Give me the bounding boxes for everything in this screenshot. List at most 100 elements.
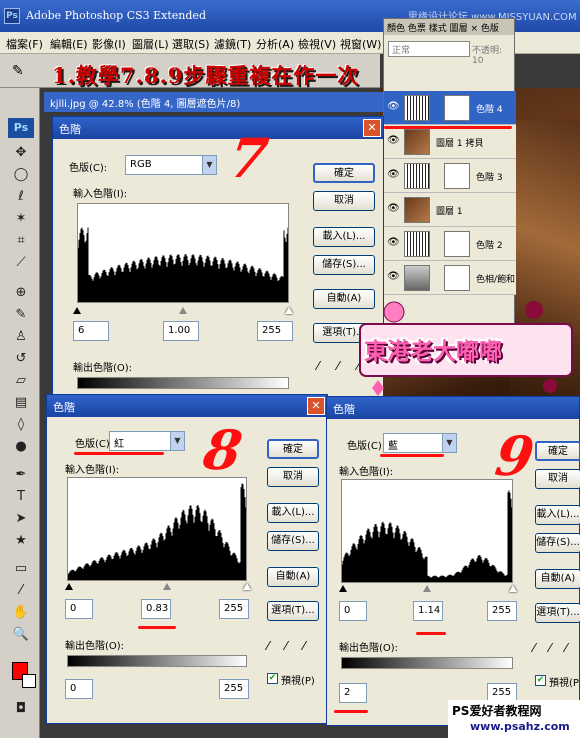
eye-icon[interactable]: 👁 — [387, 135, 400, 146]
layer-row[interactable]: 👁 色階 3 — [384, 159, 516, 193]
gamma-handle[interactable] — [179, 307, 187, 314]
chevron-down-icon[interactable]: ▼ — [202, 156, 216, 174]
black-eyedropper-icon[interactable]: ⁄ — [267, 639, 269, 653]
input-slider[interactable] — [73, 307, 293, 317]
save-button[interactable]: 儲存(S)... — [535, 533, 580, 553]
input-white-field[interactable]: 255 — [257, 321, 293, 341]
zoom-tool-icon[interactable]: 🔍 — [12, 626, 30, 644]
input-black-field[interactable]: 0 — [65, 599, 93, 619]
lasso-tool-icon[interactable]: ℓ — [12, 188, 30, 206]
output-black-field[interactable]: 0 — [65, 679, 93, 699]
notes-tool-icon[interactable]: ▭ — [12, 560, 30, 578]
blur-tool-icon[interactable]: ◊ — [12, 416, 30, 434]
black-point-handle[interactable] — [65, 583, 73, 590]
input-black-field[interactable]: 6 — [73, 321, 109, 341]
white-eyedropper-icon[interactable]: ⁄ — [303, 639, 305, 653]
menu-file[interactable]: 檔案(F) — [6, 36, 43, 52]
white-point-handle[interactable] — [285, 307, 293, 314]
layer-row[interactable]: 👁 圖層 1 — [384, 193, 516, 227]
cancel-button[interactable]: 取消 — [267, 467, 319, 487]
input-gamma-field[interactable]: 1.00 — [163, 321, 199, 341]
layers-panel-tabs[interactable]: 顏色 色票 樣式 圖層 × 色版 — [384, 19, 514, 35]
layer-mask-thumb[interactable] — [444, 231, 470, 257]
input-gamma-field[interactable]: 1.14 — [413, 601, 443, 621]
preview-checkbox[interactable]: ✔ — [535, 675, 546, 686]
eye-icon[interactable]: 👁 — [387, 237, 400, 248]
output-white-field[interactable]: 255 — [219, 679, 249, 699]
menu-select[interactable]: 選取(S) — [172, 36, 210, 52]
menu-analysis[interactable]: 分析(A) — [256, 36, 294, 52]
save-button[interactable]: 儲存(S)... — [313, 255, 375, 275]
ok-button[interactable]: 確定 — [267, 439, 319, 459]
auto-button[interactable]: 自動(A) — [535, 569, 580, 589]
load-button[interactable]: 載入(L)... — [535, 505, 580, 525]
load-button[interactable]: 載入(L)... — [267, 503, 319, 523]
menu-filter[interactable]: 濾鏡(T) — [214, 36, 251, 52]
input-black-field[interactable]: 0 — [339, 601, 367, 621]
white-point-handle[interactable] — [509, 585, 517, 592]
input-slider[interactable] — [339, 585, 517, 595]
stamp-tool-icon[interactable]: ♙ — [12, 328, 30, 346]
auto-button[interactable]: 自動(A) — [267, 567, 319, 587]
cancel-button[interactable]: 取消 — [535, 469, 580, 489]
black-eyedropper-icon[interactable]: ⁄ — [317, 359, 319, 373]
save-button[interactable]: 儲存(S)... — [267, 531, 319, 551]
black-point-handle[interactable] — [73, 307, 81, 314]
hand-tool-icon[interactable]: ✋ — [12, 604, 30, 622]
menu-edit[interactable]: 編輯(E) — [50, 36, 88, 52]
brush-tool-icon[interactable]: ✎ — [12, 306, 30, 324]
channel-select[interactable]: RGB ▼ — [125, 155, 217, 175]
menu-window[interactable]: 視窗(W) — [340, 36, 381, 52]
menu-image[interactable]: 影像(I) — [92, 36, 126, 52]
options-button[interactable]: 選項(T)... — [267, 601, 319, 621]
layer-row[interactable]: 👁 色階 4 — [384, 91, 516, 125]
layer-row[interactable]: 👁 色階 2 — [384, 227, 516, 261]
dodge-tool-icon[interactable]: ● — [12, 438, 30, 456]
background-color-swatch[interactable] — [22, 674, 36, 688]
shape-tool-icon[interactable]: ★ — [12, 532, 30, 550]
blend-mode-select[interactable]: 正常 — [388, 41, 470, 57]
close-icon[interactable]: ✕ — [307, 397, 325, 415]
pen-tool-icon[interactable]: ✒ — [12, 466, 30, 484]
document-tab[interactable]: kjlli.jpg @ 42.8% (色階 4, 圖層遮色片/8) — [44, 92, 384, 112]
white-eyedropper-icon[interactable]: ⁄ — [565, 641, 567, 655]
preview-checkbox[interactable]: ✔ — [267, 673, 278, 684]
gray-eyedropper-icon[interactable]: ⁄ — [337, 359, 339, 373]
gamma-handle[interactable] — [423, 585, 431, 592]
input-slider[interactable] — [65, 583, 251, 593]
gray-eyedropper-icon[interactable]: ⁄ — [285, 639, 287, 653]
load-button[interactable]: 載入(L)... — [313, 227, 375, 247]
white-point-handle[interactable] — [243, 583, 251, 590]
quick-mask-icon[interactable]: ◘ — [12, 700, 30, 718]
menu-view[interactable]: 檢視(V) — [298, 36, 336, 52]
history-brush-icon[interactable]: ↺ — [12, 350, 30, 368]
slice-tool-icon[interactable]: ⟋ — [12, 254, 30, 272]
eye-icon[interactable]: 👁 — [387, 271, 400, 282]
layer-mask-thumb[interactable] — [444, 163, 470, 189]
eraser-tool-icon[interactable]: ▱ — [12, 372, 30, 390]
eye-icon[interactable]: 👁 — [387, 169, 400, 180]
eye-icon[interactable]: 👁 — [387, 101, 400, 112]
options-button[interactable]: 選項(T)... — [535, 603, 580, 623]
layer-mask-thumb[interactable] — [444, 265, 470, 291]
input-white-field[interactable]: 255 — [219, 599, 249, 619]
type-tool-icon[interactable]: T — [12, 488, 30, 506]
path-select-icon[interactable]: ➤ — [12, 510, 30, 528]
input-white-field[interactable]: 255 — [487, 601, 517, 621]
menu-layer[interactable]: 圖層(L) — [132, 36, 169, 52]
layer-row[interactable]: 👁 色相/飽和 — [384, 261, 516, 295]
gamma-handle[interactable] — [163, 583, 171, 590]
black-eyedropper-icon[interactable]: ⁄ — [533, 641, 535, 655]
gradient-tool-icon[interactable]: ▤ — [12, 394, 30, 412]
layer-row[interactable]: 👁 圖層 1 拷貝 — [384, 125, 516, 159]
output-black-field[interactable]: 2 — [339, 683, 367, 703]
eye-icon[interactable]: 👁 — [387, 203, 400, 214]
ok-button[interactable]: 確定 — [313, 163, 375, 183]
move-tool-icon[interactable]: ✥ — [12, 144, 30, 162]
channel-select[interactable]: 紅 ▼ — [109, 431, 185, 451]
marquee-tool-icon[interactable]: ◯ — [12, 166, 30, 184]
healing-tool-icon[interactable]: ⊕ — [12, 284, 30, 302]
crop-tool-icon[interactable]: ⌗ — [12, 232, 30, 250]
chevron-down-icon[interactable]: ▼ — [170, 432, 184, 450]
close-icon[interactable]: ✕ — [363, 119, 381, 137]
